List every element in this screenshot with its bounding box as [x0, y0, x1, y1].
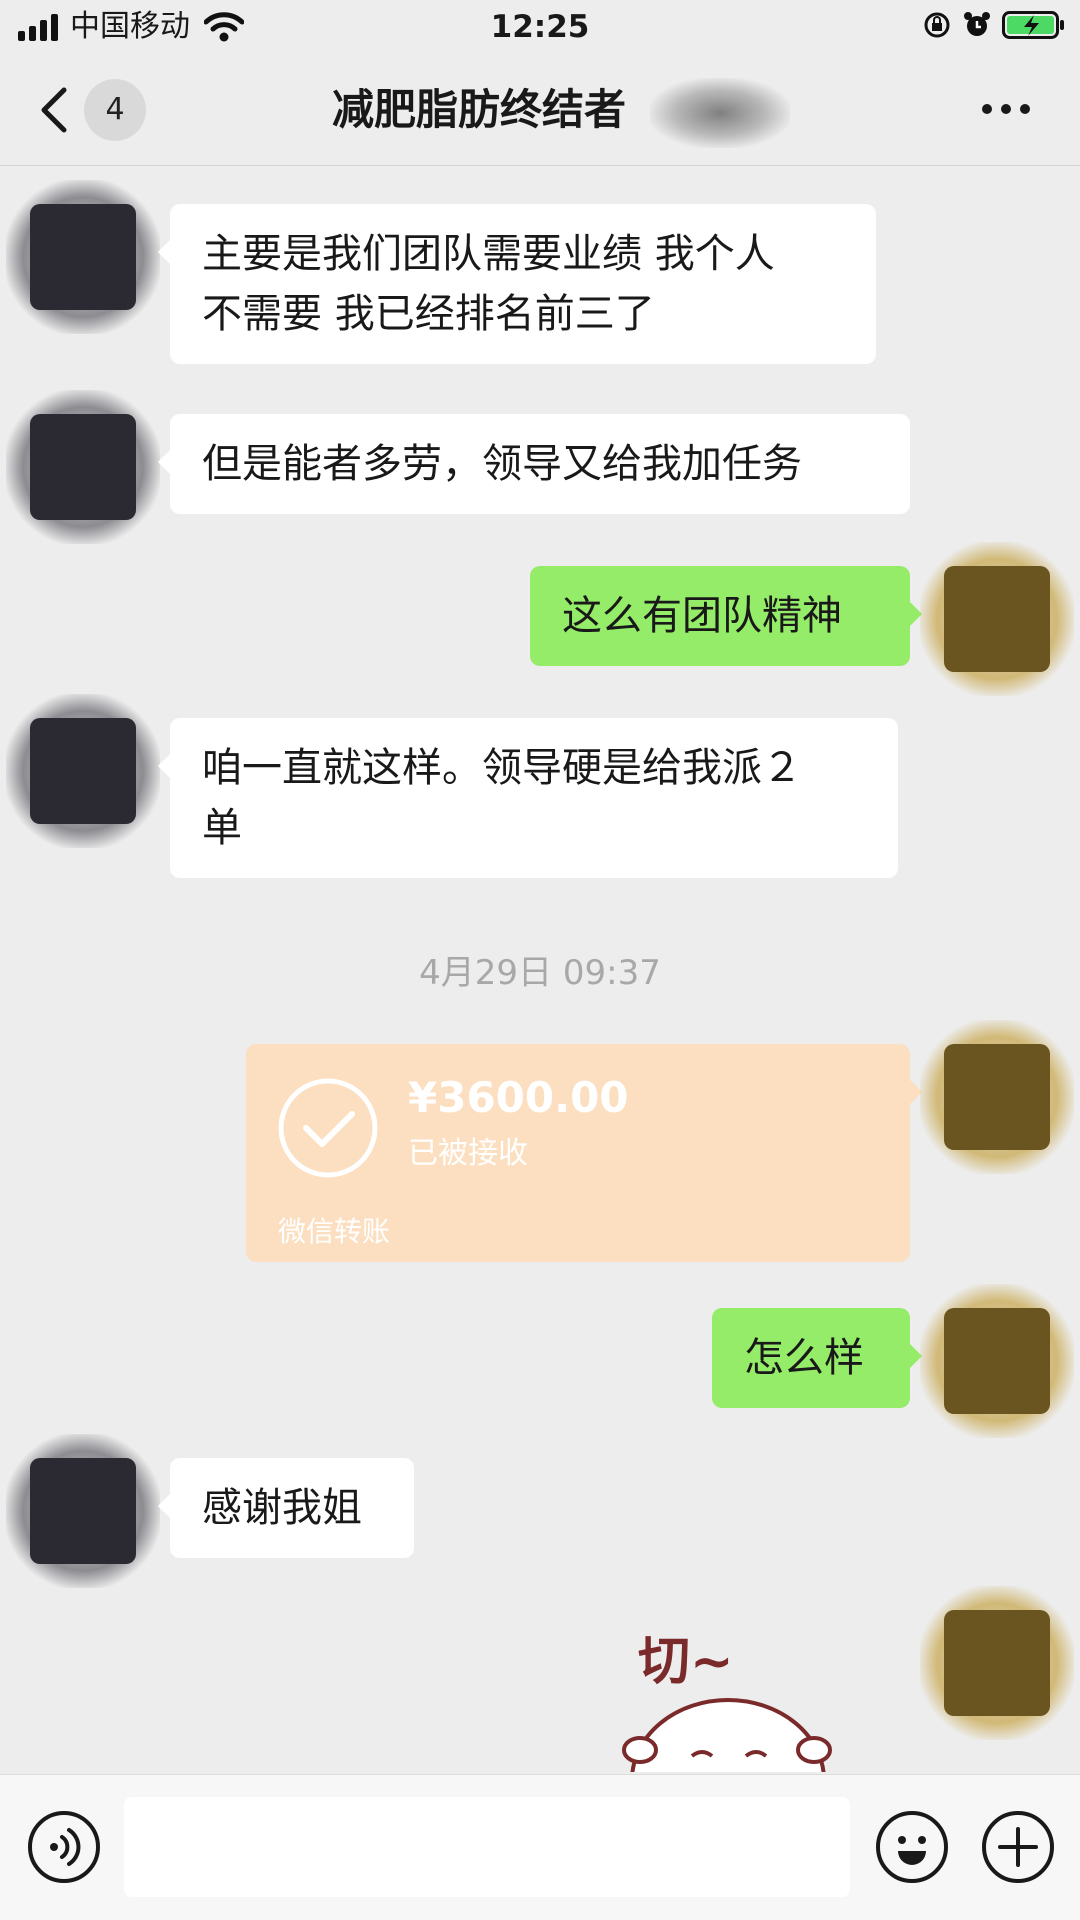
input-bar — [0, 1774, 1080, 1920]
nav-bar: 4 减肥脂肪终结者 — [0, 54, 1080, 166]
message-bubble-incoming[interactable]: 咱一直就这样。领导硬是给我派２ 单 — [158, 718, 898, 878]
status-right — [922, 10, 1066, 40]
self-avatar[interactable] — [920, 1020, 1074, 1174]
emoji-icon — [898, 1836, 926, 1865]
plus-icon — [998, 1827, 1038, 1867]
message-bubble-incoming[interactable]: 但是能者多劳，领导又给我加任务 — [158, 414, 910, 514]
more-icon[interactable] — [982, 104, 1030, 114]
sticker-message[interactable]: 切~ — [600, 1630, 860, 1772]
plus-button[interactable] — [982, 1811, 1054, 1883]
self-avatar[interactable] — [920, 1586, 1074, 1740]
message-bubble-incoming[interactable]: 主要是我们团队需要业绩 我个人 不需要 我已经排名前三了 — [158, 204, 876, 364]
back-chevron-icon[interactable] — [36, 84, 72, 136]
redacted-smudge — [650, 78, 790, 148]
self-avatar[interactable] — [920, 542, 1074, 696]
transfer-amount: ¥3600.00 — [408, 1073, 629, 1122]
message-bubble-outgoing[interactable]: 这么有团队精神 — [530, 566, 922, 666]
alarm-icon — [964, 12, 990, 36]
contact-avatar[interactable] — [6, 694, 160, 848]
lock-rotation-icon — [924, 12, 950, 38]
unread-count-badge[interactable]: 4 — [84, 79, 146, 141]
transfer-status: 已被接收 — [408, 1136, 528, 1171]
sticker-face-icon — [622, 1698, 832, 1772]
emoji-button[interactable] — [876, 1811, 948, 1883]
contact-avatar[interactable] — [6, 1434, 160, 1588]
message-input[interactable] — [124, 1797, 850, 1897]
self-avatar[interactable] — [920, 1284, 1074, 1438]
message-bubble-outgoing[interactable]: 怎么样 — [712, 1308, 922, 1408]
chat-timestamp: 4月29日 09:37 — [419, 953, 661, 993]
chat-title: 减肥脂肪终结者 — [332, 85, 627, 134]
voice-icon — [50, 1828, 81, 1866]
contact-avatar[interactable] — [6, 390, 160, 544]
transfer-card[interactable]: ¥3600.00 已被接收 微信转账 — [246, 1044, 922, 1262]
status-clock: 12:25 — [490, 9, 590, 45]
message-bubble-incoming[interactable]: 感谢我姐 — [158, 1458, 414, 1558]
check-circle-icon — [278, 1078, 378, 1178]
contact-avatar[interactable] — [6, 180, 160, 334]
status-bar: 中国移动 12:25 — [0, 0, 1080, 54]
transfer-label: 微信转账 — [278, 1215, 391, 1248]
voice-button[interactable] — [28, 1811, 100, 1883]
battery-icon — [1002, 11, 1064, 39]
